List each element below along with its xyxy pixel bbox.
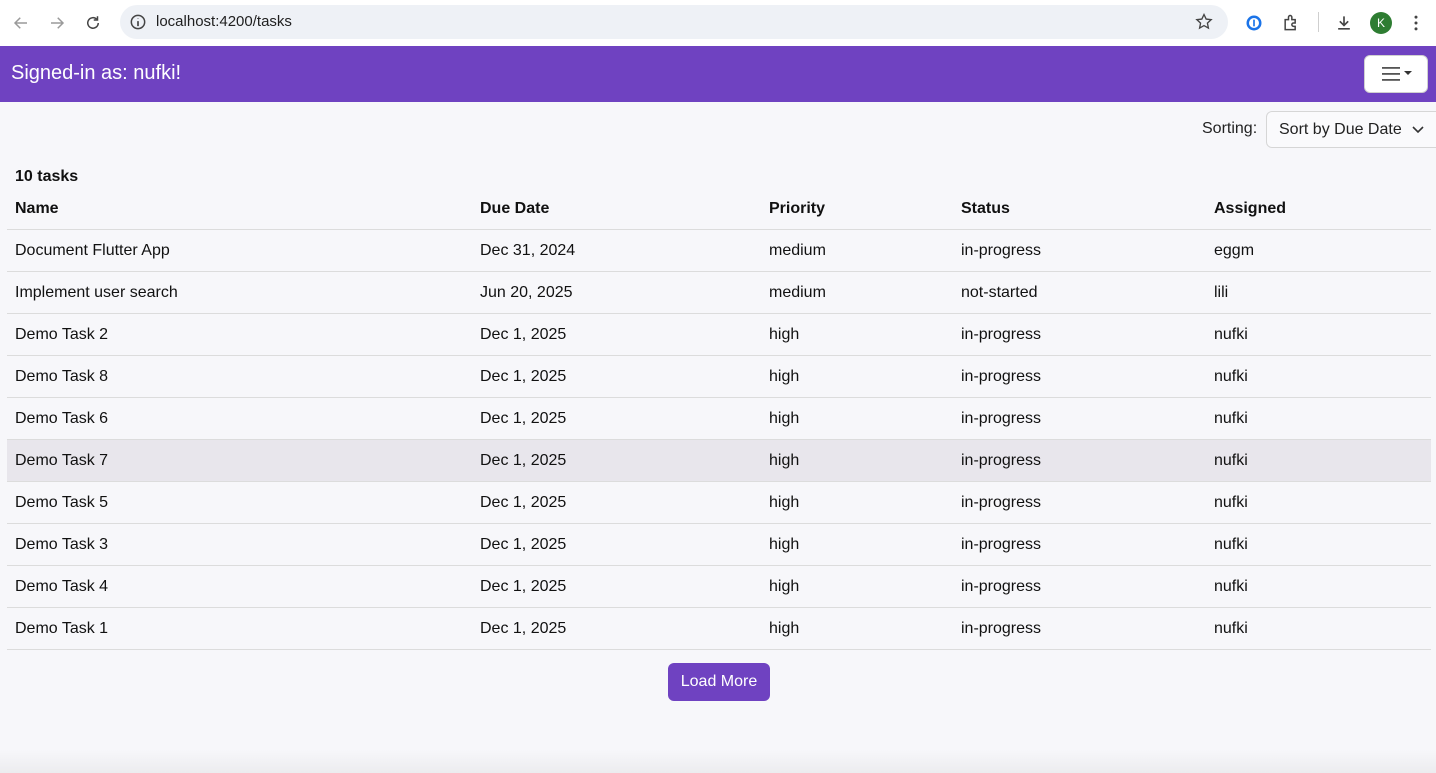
task-name: Demo Task 8	[15, 368, 109, 385]
task-due-date: Dec 1, 2025	[480, 620, 567, 637]
task-priority: high	[769, 452, 800, 469]
task-due-date: Dec 1, 2025	[480, 326, 567, 343]
profile-avatar[interactable]: K	[1370, 12, 1392, 34]
task-name: Implement user search	[15, 284, 178, 301]
forward-icon[interactable]	[45, 11, 69, 35]
sorting-label: Sorting:	[1202, 120, 1258, 137]
task-status: in-progress	[961, 536, 1042, 553]
task-priority: high	[769, 410, 800, 427]
chevron-down-icon	[1412, 126, 1424, 134]
table-row[interactable]: Demo Task 8 Dec 1, 2025 high in-progress nuf…	[7, 356, 1431, 398]
task-assignee: nufki	[1214, 410, 1248, 427]
table-row[interactable]: Implement user search Jun 20, 2025 medium n…	[7, 272, 1431, 314]
column-header-status[interactable]: Status	[961, 200, 1010, 218]
table-row[interactable]: Demo Task 6 Dec 1, 2025 high in-progress nuf…	[7, 398, 1431, 440]
task-status: in-progress	[961, 368, 1042, 385]
table-row[interactable]: Document Flutter App Dec 31, 2024 medium in…	[7, 230, 1431, 272]
reload-icon[interactable]	[81, 11, 105, 35]
task-status: in-progress	[961, 494, 1042, 511]
tasks-table: Name Due Date Priority Status Assigned D…	[7, 188, 1431, 650]
task-priority: high	[769, 494, 800, 511]
download-icon[interactable]	[1332, 11, 1356, 35]
task-name: Demo Task 5	[15, 494, 109, 511]
task-due-date: Dec 1, 2025	[480, 494, 567, 511]
task-count: 10 tasks	[15, 168, 79, 185]
task-status: not-started	[961, 284, 1038, 301]
column-header-assigned[interactable]: Assigned	[1214, 200, 1286, 218]
table-row[interactable]: Demo Task 5 Dec 1, 2025 high in-progress nuf…	[7, 482, 1431, 524]
task-due-date: Dec 1, 2025	[480, 368, 567, 385]
task-name: Demo Task 7	[15, 452, 109, 469]
task-status: in-progress	[961, 326, 1042, 343]
task-assignee: nufki	[1214, 536, 1248, 553]
table-row[interactable]: Demo Task 2 Dec 1, 2025 high in-progress nuf…	[7, 314, 1431, 356]
task-due-date: Dec 1, 2025	[480, 536, 567, 553]
task-assignee: nufki	[1214, 452, 1248, 469]
task-due-date: Dec 31, 2024	[480, 242, 576, 259]
back-icon[interactable]	[9, 11, 33, 35]
load-more-button[interactable]: Load More	[668, 663, 770, 701]
task-status: in-progress	[961, 242, 1042, 259]
address-bar[interactable]: localhost:4200/tasks	[120, 5, 1228, 39]
column-header-priority[interactable]: Priority	[769, 200, 825, 218]
task-assignee: nufki	[1214, 578, 1248, 595]
password-manager-icon[interactable]	[1242, 11, 1266, 35]
toolbar-divider	[1318, 12, 1319, 32]
task-status: in-progress	[961, 410, 1042, 427]
task-due-date: Dec 1, 2025	[480, 452, 567, 469]
task-priority: medium	[769, 284, 826, 301]
table-row[interactable]: Demo Task 1 Dec 1, 2025 high in-progress nuf…	[7, 608, 1431, 650]
site-info-icon[interactable]	[128, 12, 148, 32]
task-name: Demo Task 2	[15, 326, 109, 343]
table-body: Document Flutter App Dec 31, 2024 medium in…	[7, 230, 1431, 650]
task-due-date: Dec 1, 2025	[480, 578, 567, 595]
sort-select-value[interactable]: Sort by Due Date	[1279, 121, 1402, 139]
bookmark-star-icon[interactable]	[1194, 12, 1214, 32]
task-name: Demo Task 3	[15, 536, 109, 553]
signed-in-title: Signed-in as: nufki!	[11, 62, 182, 84]
bottom-shadow	[0, 750, 1436, 773]
task-priority: high	[769, 578, 800, 595]
task-assignee: nufki	[1214, 620, 1248, 637]
task-due-date: Jun 20, 2025	[480, 284, 573, 301]
task-priority: high	[769, 368, 800, 385]
table-row[interactable]: Demo Task 3 Dec 1, 2025 high in-progress nuf…	[7, 524, 1431, 566]
table-header: Name Due Date Priority Status Assigned	[7, 188, 1431, 230]
task-status: in-progress	[961, 620, 1042, 637]
task-assignee: nufki	[1214, 368, 1248, 385]
hamburger-icon	[1382, 67, 1412, 81]
task-due-date: Dec 1, 2025	[480, 410, 567, 427]
task-priority: high	[769, 536, 800, 553]
task-priority: high	[769, 326, 800, 343]
task-status: in-progress	[961, 578, 1042, 595]
table-row[interactable]: Demo Task 4 Dec 1, 2025 high in-progress nuf…	[7, 566, 1431, 608]
url-text[interactable]: localhost:4200/tasks	[156, 13, 292, 30]
task-assignee: eggm	[1214, 242, 1255, 259]
task-status: in-progress	[961, 452, 1042, 469]
task-assignee: nufki	[1214, 326, 1248, 343]
browser-toolbar: localhost:4200/tasks K	[0, 0, 1436, 47]
app-header: Signed-in as: nufki!	[0, 46, 1436, 102]
caret-down-icon	[1404, 71, 1412, 75]
task-name: Demo Task 4	[15, 578, 109, 595]
column-header-due-date[interactable]: Due Date	[480, 200, 549, 218]
task-name: Demo Task 1	[15, 620, 109, 637]
column-header-name[interactable]: Name	[15, 200, 59, 218]
menu-dropdown-button[interactable]	[1364, 55, 1428, 93]
task-assignee: nufki	[1214, 494, 1248, 511]
table-row[interactable]: Demo Task 7 Dec 1, 2025 high in-progress nuf…	[7, 440, 1431, 482]
task-assignee: lili	[1214, 284, 1229, 301]
task-priority: medium	[769, 242, 826, 259]
extensions-icon[interactable]	[1279, 11, 1303, 35]
sort-select[interactable]: Sort by Due Date	[1266, 111, 1436, 148]
more-vert-icon[interactable]	[1404, 11, 1428, 35]
task-name: Demo Task 6	[15, 410, 109, 427]
task-name: Document Flutter App	[15, 242, 170, 259]
task-priority: high	[769, 620, 800, 637]
